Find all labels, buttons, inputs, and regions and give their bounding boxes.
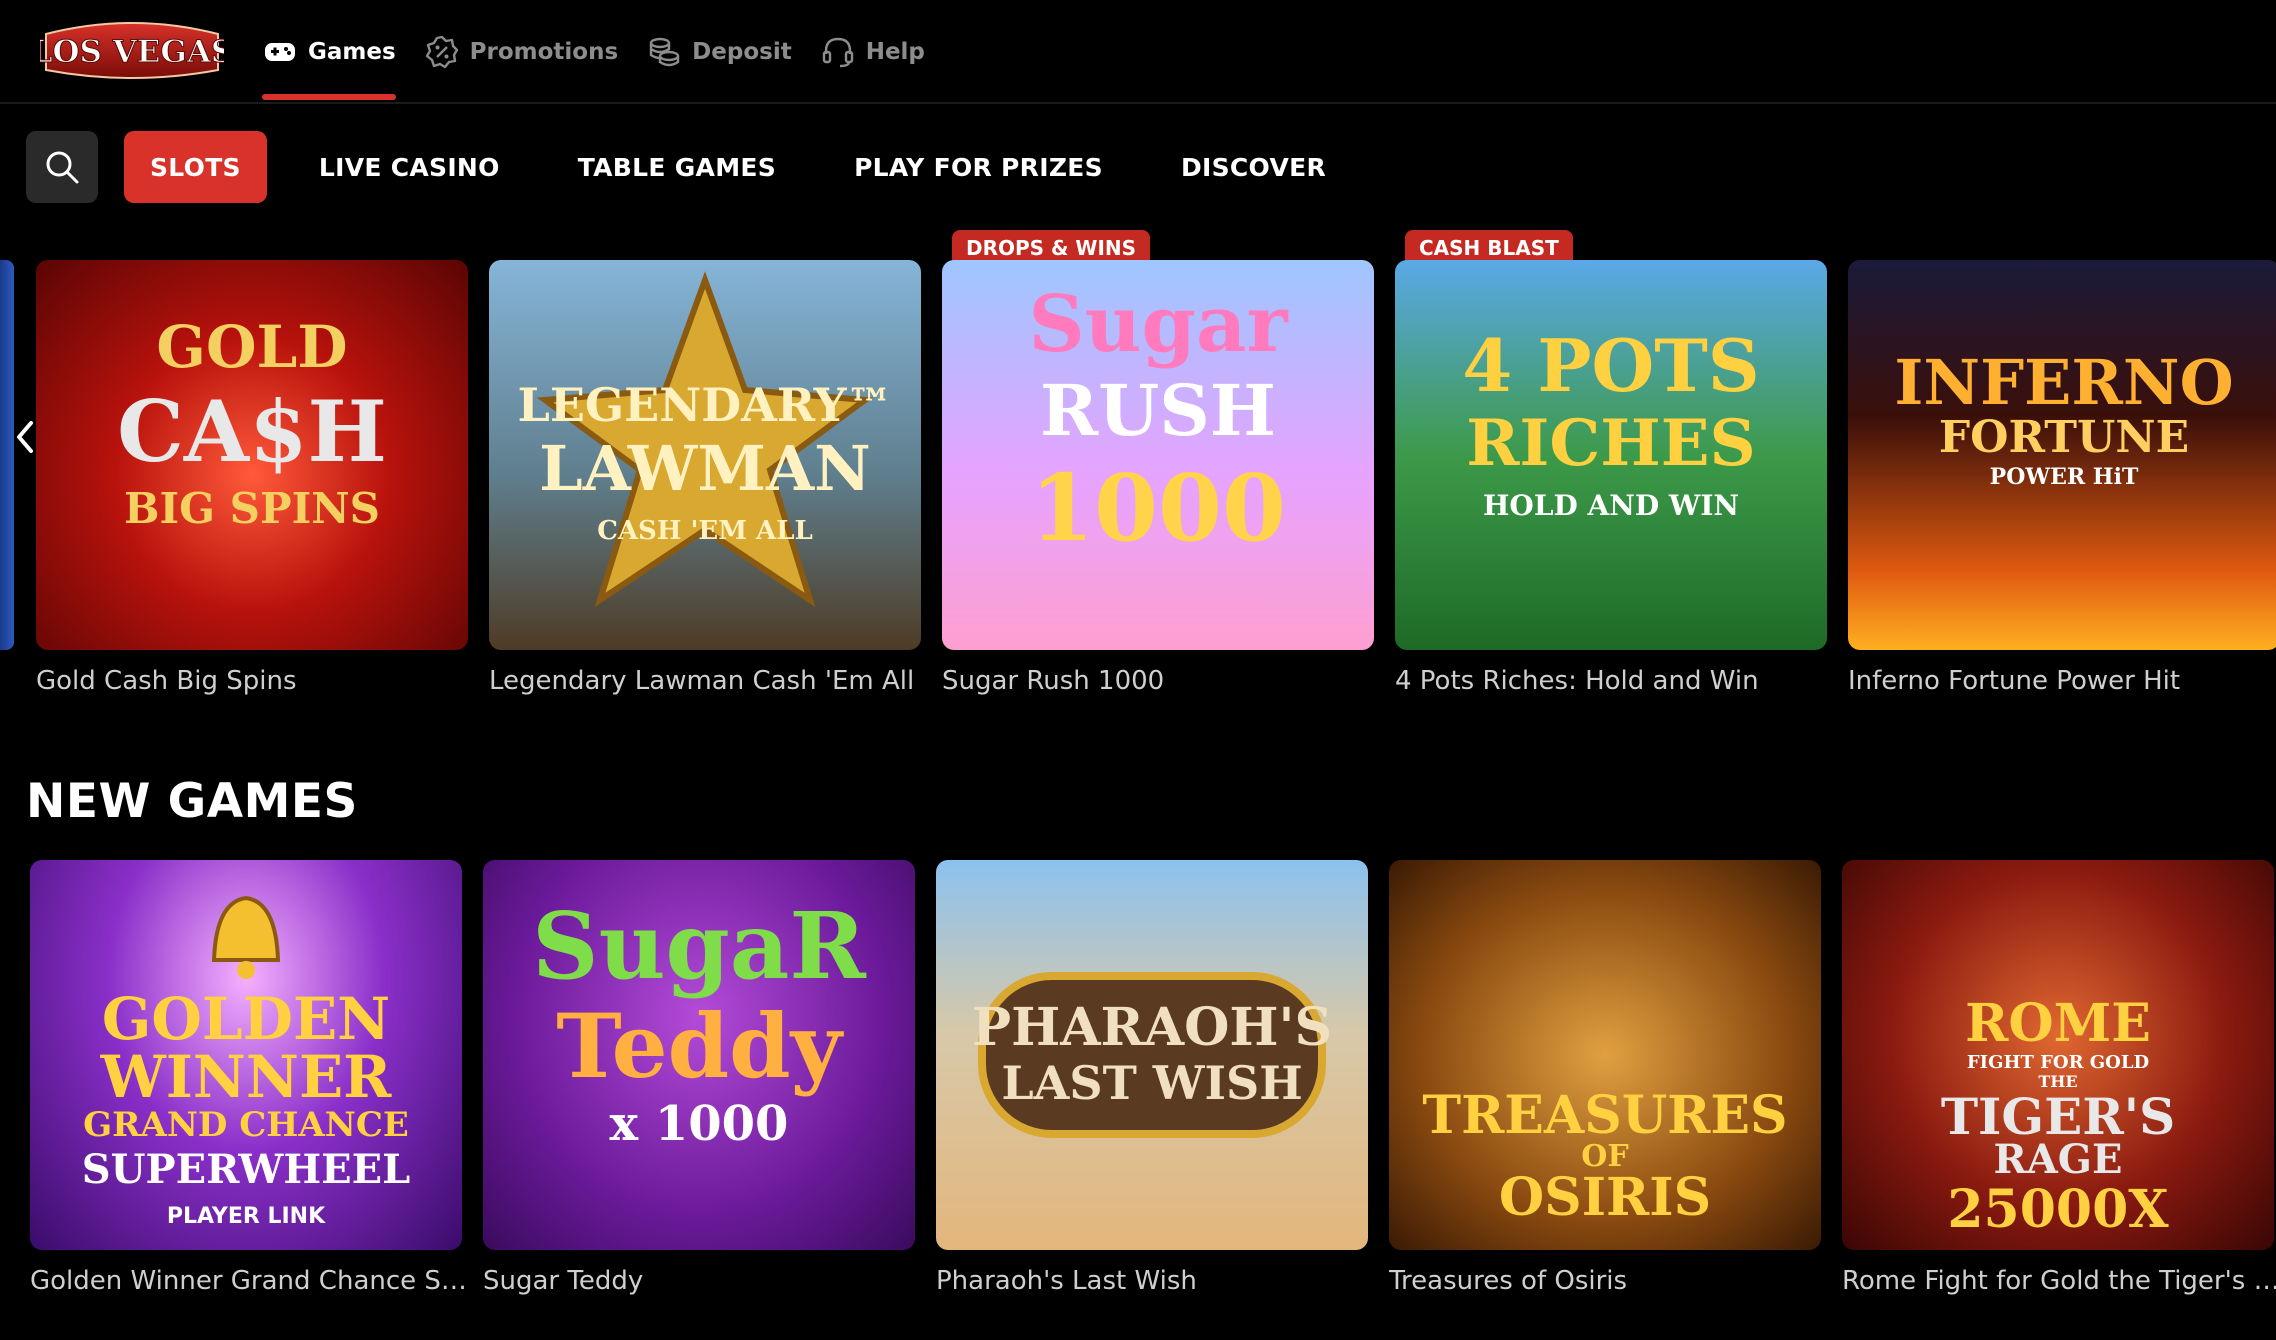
- game-card[interactable]: DROPS & WINS Sugar RUSH 1000 Sugar Rush …: [942, 230, 1374, 696]
- main-nav: Games Promotions Deposit Help: [262, 0, 953, 104]
- nav-help[interactable]: Help: [820, 0, 925, 104]
- game-title[interactable]: Sugar Rush 1000: [942, 666, 1390, 696]
- coins-icon: [649, 37, 680, 67]
- tab-slots[interactable]: SLOTS: [124, 131, 267, 203]
- game-title[interactable]: Rome Fight for Gold the Tiger's Ra...: [1842, 1266, 2276, 1296]
- game-card[interactable]: PHARAOH'S LAST WISH Pharaoh's Last Wish: [936, 860, 1368, 1296]
- game-thumbnail[interactable]: LEGENDARY™ LAWMAN CASH 'EM ALL: [489, 260, 921, 650]
- nav-games[interactable]: Games: [262, 0, 396, 104]
- top-header: LOS VEGAS Games Promotions Deposit Help: [0, 0, 2276, 104]
- game-title[interactable]: Inferno Fortune Power Hit: [1848, 666, 2276, 696]
- game-thumbnail[interactable]: GOLD CA$H BIG SPINS: [36, 260, 468, 650]
- search-icon: [46, 151, 79, 184]
- game-card[interactable]: GOLD CA$H BIG SPINS Gold Cash Big Spins: [36, 260, 468, 696]
- new-games-carousel: GOLDEN WINNER GRAND CHANCE SUPERWHEEL PL…: [0, 860, 2276, 1320]
- game-card[interactable]: SugaR Teddy x 1000 Sugar Teddy: [483, 860, 915, 1296]
- tab-discover[interactable]: DISCOVER: [1155, 131, 1352, 203]
- game-card[interactable]: LEGENDARY™ LAWMAN CASH 'EM ALL Legendary…: [489, 260, 921, 696]
- game-title[interactable]: Golden Winner Grand Chance Sup...: [30, 1266, 478, 1296]
- nav-label: Games: [308, 39, 396, 65]
- game-card[interactable]: ROME FIGHT FOR GOLD THE TIGER'S RAGE 250…: [1842, 860, 2276, 1296]
- nav-deposit[interactable]: Deposit: [646, 0, 792, 104]
- game-title[interactable]: Gold Cash Big Spins: [36, 666, 484, 696]
- game-thumbnail[interactable]: TREASURES OF OSIRIS: [1389, 860, 1821, 1250]
- category-bar: SLOTS LIVE CASINO TABLE GAMES PLAY FOR P…: [26, 130, 1378, 204]
- game-thumbnail[interactable]: SugaR Teddy x 1000: [483, 860, 915, 1250]
- game-thumbnail[interactable]: 4 POTS RICHES HOLD AND WIN: [1395, 260, 1827, 650]
- gamepad-icon: [265, 43, 295, 61]
- tab-table-games[interactable]: TABLE GAMES: [552, 131, 802, 203]
- tab-live-casino[interactable]: LIVE CASINO: [293, 131, 526, 203]
- nav-label: Help: [865, 39, 925, 65]
- nav-label: Promotions: [469, 39, 619, 65]
- game-thumbnail[interactable]: PHARAOH'S LAST WISH: [936, 860, 1368, 1250]
- los-vegas-logo[interactable]: LOS VEGAS: [30, 10, 234, 88]
- game-thumbnail[interactable]: GOLDEN WINNER GRAND CHANCE SUPERWHEEL PL…: [30, 860, 462, 1250]
- featured-games-carousel: GOLD CA$H BIG SPINS Gold Cash Big Spins …: [0, 228, 2276, 708]
- tab-play-for-prizes[interactable]: PLAY FOR PRIZES: [828, 131, 1129, 203]
- new-games-heading: NEW GAMES: [26, 774, 358, 829]
- svg-text:LOS VEGAS: LOS VEGAS: [40, 34, 224, 70]
- search-button[interactable]: [26, 131, 98, 203]
- game-title[interactable]: Sugar Teddy: [483, 1266, 931, 1296]
- game-card[interactable]: INFERNO FORTUNE POWER HiT Inferno Fortun…: [1848, 260, 2276, 696]
- game-title[interactable]: Legendary Lawman Cash 'Em All: [489, 666, 937, 696]
- game-thumbnail[interactable]: Sugar RUSH 1000: [942, 260, 1374, 650]
- nav-promotions[interactable]: Promotions: [424, 0, 619, 104]
- percent-badge-icon: [425, 35, 458, 69]
- game-thumbnail[interactable]: INFERNO FORTUNE POWER HiT: [1848, 260, 2276, 650]
- game-thumbnail[interactable]: ROME FIGHT FOR GOLD THE TIGER'S RAGE 250…: [1842, 860, 2274, 1250]
- game-card[interactable]: TREASURES OF OSIRIS Treasures of Osiris: [1389, 860, 1821, 1296]
- game-title[interactable]: Pharaoh's Last Wish: [936, 1266, 1384, 1296]
- chevron-left-icon[interactable]: [12, 418, 38, 456]
- game-title[interactable]: 4 Pots Riches: Hold and Win: [1395, 666, 1843, 696]
- game-title[interactable]: Treasures of Osiris: [1389, 1266, 1837, 1296]
- headset-icon: [822, 37, 853, 68]
- bell-icon: [211, 895, 281, 979]
- game-card[interactable]: CASH BLAST 4 POTS RICHES HOLD AND WIN 4 …: [1395, 230, 1827, 696]
- nav-label: Deposit: [692, 39, 792, 65]
- game-card[interactable]: GOLDEN WINNER GRAND CHANCE SUPERWHEEL PL…: [30, 860, 478, 1296]
